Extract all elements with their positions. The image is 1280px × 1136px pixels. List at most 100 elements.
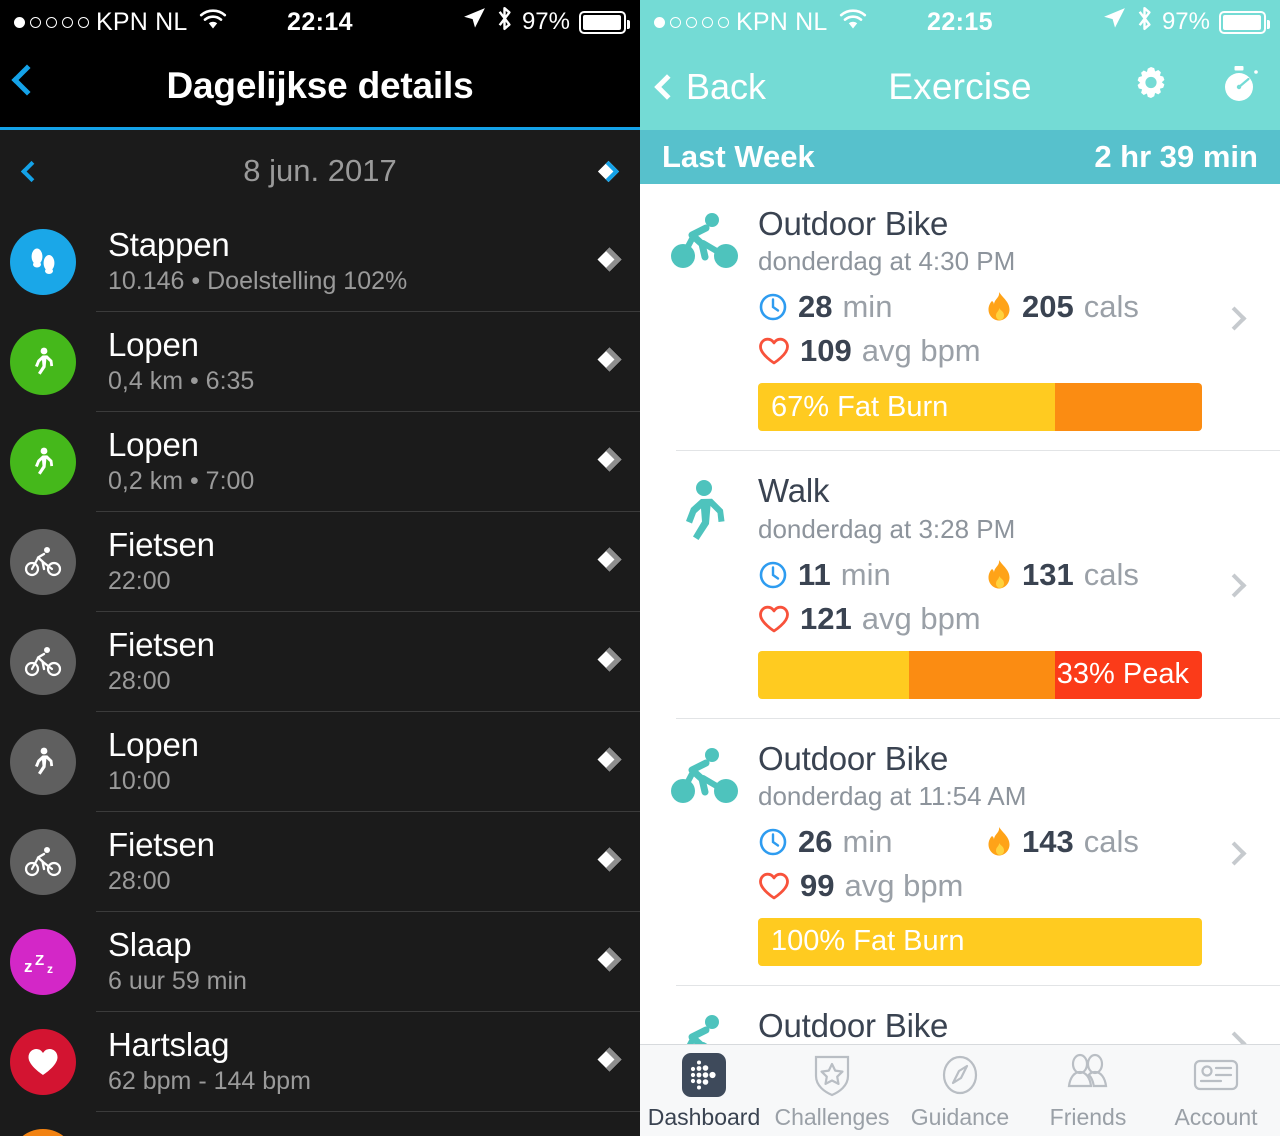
duration-value: 26	[798, 823, 833, 859]
wifi-icon	[199, 8, 227, 37]
duration-unit: min	[840, 556, 891, 592]
battery-percent-label: 97%	[1161, 8, 1210, 35]
duration-value: 28	[798, 289, 833, 325]
calories-unit: cals	[1083, 823, 1139, 859]
clock-icon	[758, 292, 788, 322]
tab-guidance[interactable]: Guidance	[896, 1051, 1024, 1131]
daily-details-list: Stappen 10.146 • Doelstelling 102% Lopen…	[0, 212, 640, 1136]
previous-day-button[interactable]	[20, 160, 43, 182]
bpm-value: 121	[800, 600, 852, 636]
right-nav-bar: Back Exercise	[640, 44, 1280, 130]
stress-icon	[10, 1129, 76, 1136]
calories-value: 131	[1022, 556, 1074, 592]
stopwatch-icon[interactable]	[1216, 62, 1262, 113]
list-item-title: Lopen	[108, 325, 199, 363]
id-card-icon	[1192, 1051, 1240, 1099]
bottom-tab-bar: Dashboard Challenges Guidance Friends Ac…	[640, 1044, 1280, 1136]
tab-account[interactable]: Account	[1152, 1051, 1280, 1131]
left-phone-screen: KPN NL 22:14 97% Dagelijkse details 8 ju…	[0, 0, 640, 1136]
list-item[interactable]: Stappen 10.146 • Doelstelling 102%	[0, 212, 640, 312]
list-item-subtitle: 62 bpm - 144 bpm	[108, 1066, 311, 1095]
list-item[interactable]: Fietsen 22:00	[0, 512, 640, 612]
chevron-right-icon	[597, 547, 622, 573]
duration-unit: min	[842, 289, 893, 325]
chevron-right-icon[interactable]	[1206, 841, 1262, 866]
footsteps-icon	[10, 229, 76, 295]
exercise-card[interactable]: Outdoor Bike donderdag at 4:30 PM 28 min	[640, 184, 1280, 452]
calories-stat: 143 cals	[986, 824, 1139, 860]
list-item-title: Hartslag	[108, 1025, 230, 1063]
week-summary-bar: Last Week 2 hr 39 min	[640, 130, 1280, 184]
carrier-label: KPN NL	[736, 7, 828, 36]
signal-strength-dots	[654, 16, 729, 28]
chevron-right-icon	[597, 847, 622, 873]
battery-percent-label: 97%	[521, 8, 570, 35]
chevron-right-icon	[597, 447, 622, 473]
walking-icon	[10, 429, 76, 495]
exercise-title: Outdoor Bike	[758, 739, 949, 777]
cycling-icon	[10, 829, 76, 895]
list-item-title: Fietsen	[108, 525, 215, 563]
bpm-stat: 121 avg bpm	[758, 601, 981, 637]
calories-value: 205	[1022, 289, 1074, 325]
chevron-right-icon	[597, 947, 622, 973]
exercise-card[interactable]: Outdoor Bike donderdag at 11:54 AM 26 mi…	[640, 719, 1280, 987]
list-item-subtitle: 10.146 • Doelstelling 102%	[108, 266, 408, 295]
chevron-right-icon[interactable]	[1206, 573, 1262, 598]
friends-icon	[1062, 1051, 1114, 1099]
list-item-subtitle: 10:00	[108, 766, 171, 795]
week-label: Last Week	[662, 139, 815, 174]
tab-challenges[interactable]: Challenges	[768, 1051, 896, 1131]
calories-unit: cals	[1083, 289, 1139, 325]
nav-actions	[1128, 62, 1262, 113]
carrier-label: KPN NL	[96, 7, 188, 36]
exercise-card[interactable]: Walk donderdag at 3:28 PM 11 min 131 cal…	[640, 451, 1280, 719]
chevron-left-icon	[654, 74, 680, 100]
list-item[interactable]: Lopen 0,4 km • 6:35	[0, 312, 640, 412]
calories-stat: 131 cals	[986, 557, 1139, 593]
bpm-value: 109	[800, 333, 852, 369]
list-item[interactable]: z Z z Slaap 6 uur 59 min	[0, 912, 640, 1012]
list-item-title: Lopen	[108, 425, 199, 463]
wifi-icon	[839, 8, 867, 37]
flame-icon	[986, 291, 1012, 323]
chevron-right-icon[interactable]	[1206, 306, 1262, 331]
left-nav-bar: Dagelijkse details	[0, 44, 640, 130]
sleep-zzz-icon: z Z z	[10, 929, 76, 995]
exercise-body: Outdoor Bike donderdag at 11:54 AM 26 mi…	[754, 739, 1206, 966]
calories-unit: cals	[1083, 556, 1139, 592]
exercise-stats: 26 min 143 cals 99 avg bpm	[758, 824, 1206, 904]
list-item[interactable]: Hartslag 62 bpm - 144 bpm	[0, 1012, 640, 1112]
exercise-datetime: donderdag at 11:54 AM	[758, 780, 1027, 811]
tab-label: Guidance	[910, 1103, 1010, 1130]
zone-segment: 100% Fat Burn	[758, 917, 1202, 966]
status-bar-left: KPN NL	[654, 8, 867, 37]
exercise-datetime: donderdag at 4:30 PM	[758, 246, 1016, 277]
list-item[interactable]: Lopen 0,2 km • 7:00	[0, 412, 640, 512]
back-button[interactable]	[11, 63, 50, 103]
list-item[interactable]: Fietsen 28:00	[0, 612, 640, 712]
tab-friends[interactable]: Friends	[1024, 1051, 1152, 1131]
zone-segment	[1055, 383, 1202, 432]
list-item-subtitle: 6 uur 59 min	[108, 966, 247, 995]
list-item[interactable]: Stress	[0, 1112, 640, 1136]
exercise-datetime: donderdag at 3:28 PM	[758, 513, 1016, 544]
zone-label: 67% Fat Burn	[771, 390, 949, 423]
calories-stat: 205 cals	[986, 289, 1139, 325]
calories-value: 143	[1022, 823, 1074, 859]
duration-unit: min	[842, 823, 893, 859]
walking-icon	[10, 329, 76, 395]
back-button[interactable]: Back	[654, 66, 766, 108]
chevron-right-icon	[597, 347, 622, 373]
gear-icon[interactable]	[1128, 62, 1174, 113]
compass-icon	[938, 1051, 982, 1099]
tab-dashboard[interactable]: Dashboard	[640, 1051, 768, 1131]
zone-segment: 33% Peak	[1055, 650, 1202, 699]
right-status-bar: KPN NL 22:15 97%	[640, 0, 1280, 44]
list-item-title: Lopen	[108, 725, 199, 763]
next-day-button[interactable]	[597, 160, 620, 182]
heart-rate-zone-bar: 100% Fat Burn	[758, 917, 1202, 966]
list-item[interactable]: Fietsen 28:00	[0, 812, 640, 912]
heart-outline-icon	[758, 604, 790, 634]
list-item[interactable]: Lopen 10:00	[0, 712, 640, 812]
